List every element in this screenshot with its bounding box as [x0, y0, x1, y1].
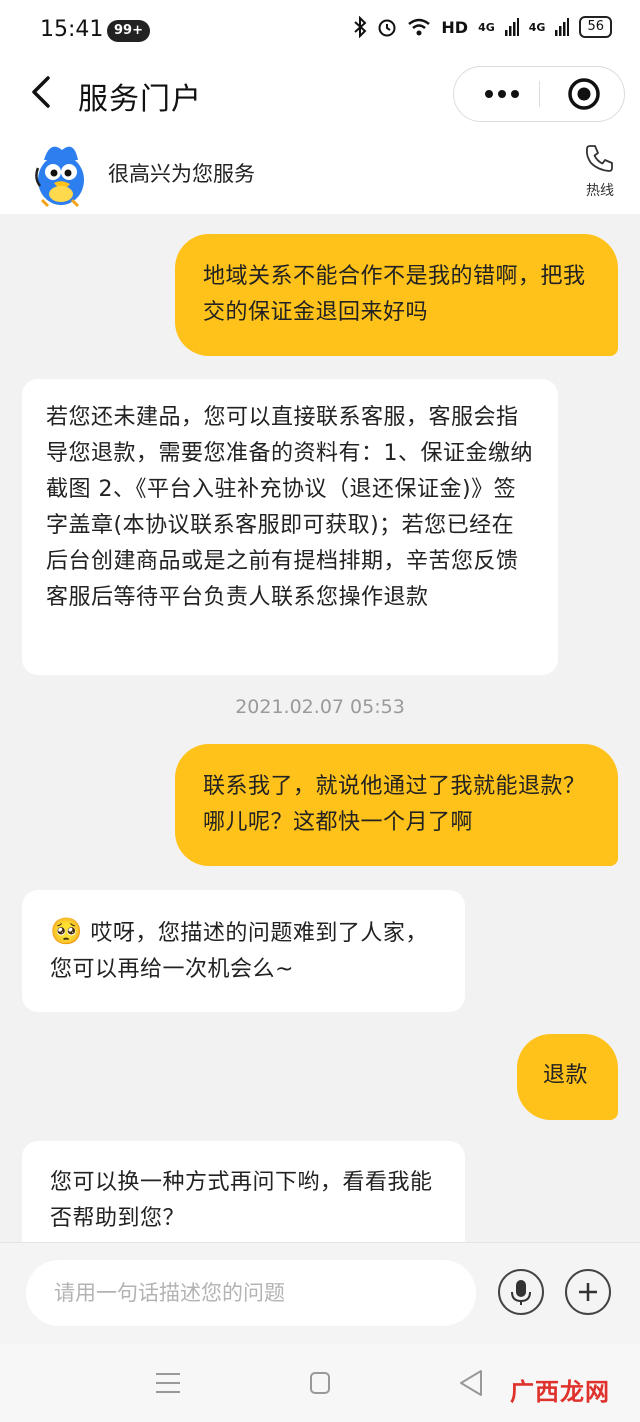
message-text: 联系我了，就说他通过了我就能退款？哪儿呢？这都快一个月了啊	[203, 774, 586, 835]
plus-icon	[579, 1283, 597, 1301]
notification-count-badge: 99+	[107, 20, 150, 42]
menu-nav-button[interactable]	[148, 1368, 188, 1398]
home-nav-button[interactable]	[300, 1368, 340, 1398]
message-text: 哎呀，您描述的问题难到了人家，您可以再给一次机会么~	[50, 921, 428, 982]
hotline-label: 热线	[586, 183, 614, 199]
bird-mascot-avatar	[35, 146, 84, 208]
question-input[interactable]	[26, 1260, 476, 1326]
navigation-bar: 服务门户	[0, 62, 640, 124]
signal-2-label: 4G	[528, 20, 546, 34]
user-message-bubble: 地域关系不能合作不是我的错啊，把我交的保证金退回来好吗	[175, 234, 618, 356]
user-message-bubble: 退款	[517, 1034, 618, 1120]
alarm-icon	[378, 19, 396, 37]
input-bar	[0, 1242, 640, 1345]
more-dot-icon	[510, 90, 519, 98]
welcome-text: 很高兴为您服务	[108, 162, 255, 186]
bot-message-bubble: 您可以换一种方式再问下哟，看看我能否帮助到您？	[22, 1141, 465, 1242]
message-text: 您可以换一种方式再问下哟，看看我能否帮助到您？	[50, 1170, 433, 1231]
triangle-back-icon	[460, 1370, 482, 1396]
status-time: 15:41	[40, 17, 104, 42]
menu-icon	[156, 1373, 180, 1393]
back-button[interactable]	[24, 72, 64, 112]
voice-input-button[interactable]	[498, 1269, 544, 1315]
close-mini-program-button[interactable]	[549, 67, 619, 121]
phone-icon	[585, 145, 613, 172]
mini-program-capsule	[453, 66, 625, 122]
pleading-face-emoji-icon: 🥺	[50, 917, 83, 947]
user-message-bubble: 联系我了，就说他通过了我就能退款？哪儿呢？这都快一个月了啊	[175, 744, 618, 866]
hotline-button[interactable]: 热线	[578, 142, 622, 200]
target-circle-icon	[568, 78, 600, 110]
chat-message-list[interactable]: 地域关系不能合作不是我的错啊，把我交的保证金退回来好吗 若您还未建品，您可以直接…	[0, 214, 640, 1242]
more-actions-button[interactable]	[565, 1269, 611, 1315]
more-options-button[interactable]	[464, 67, 539, 121]
more-dot-icon	[484, 90, 493, 98]
status-bar: 15:41 99+ HD 4G 4G 56	[0, 0, 640, 62]
network-hd-label: HD	[441, 17, 469, 37]
message-text: 若您还未建品，您可以直接联系客服，客服会指导您退款，需要您准备的资料有：1、保证…	[46, 405, 533, 610]
signal-2-icon	[555, 18, 570, 36]
more-dot-icon	[497, 90, 506, 98]
battery-indicator: 56	[579, 16, 612, 38]
signal-1-icon	[504, 18, 519, 36]
bot-message-bubble: 若您还未建品，您可以直接联系客服，客服会指导您退款，需要您准备的资料有：1、保证…	[22, 379, 558, 675]
message-text: 退款	[543, 1063, 589, 1088]
status-icons: HD 4G 4G 56	[353, 16, 612, 38]
signal-1-label: 4G	[478, 20, 495, 34]
capsule-divider	[539, 81, 540, 107]
microphone-icon	[511, 1280, 531, 1305]
bluetooth-icon	[354, 16, 367, 38]
chevron-left-icon	[32, 76, 50, 108]
back-nav-button[interactable]	[452, 1366, 492, 1400]
wifi-icon	[408, 18, 431, 36]
system-navigation-bar: 广西龙网	[0, 1344, 640, 1422]
watermark-text: 广西龙网	[510, 1378, 610, 1406]
page-title: 服务门户	[78, 82, 202, 117]
message-timestamp: 2021.02.07 05:53	[235, 696, 405, 718]
message-text: 地域关系不能合作不是我的错啊，把我交的保证金退回来好吗	[203, 264, 586, 325]
bot-message-bubble: 🥺 哎呀，您描述的问题难到了人家，您可以再给一次机会么~	[22, 890, 465, 1012]
service-header: 很高兴为您服务 热线	[0, 124, 640, 214]
square-home-icon	[310, 1372, 330, 1394]
